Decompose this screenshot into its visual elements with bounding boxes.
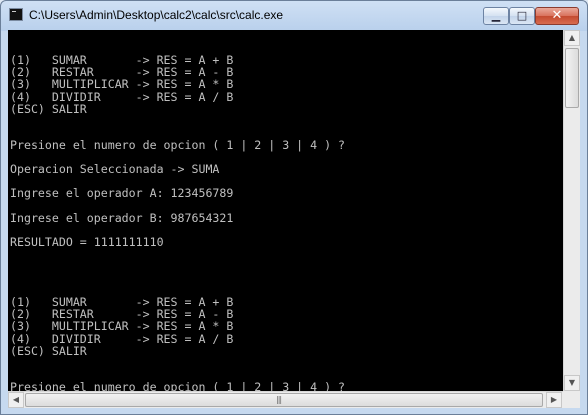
maximize-button[interactable]: □ <box>509 7 535 25</box>
scroll-down-button[interactable]: ▼ <box>564 375 580 391</box>
arrow-up-icon: ▲ <box>568 33 576 42</box>
horizontal-scrollbar[interactable]: ◀ ||| ▶ <box>8 391 563 408</box>
close-button[interactable]: ✕ <box>535 7 579 25</box>
console-line: (3) MULTIPLICAR -> RES = A * B <box>10 319 234 334</box>
console-line: (4) DIVIDIR -> RES = A / B <box>10 89 234 104</box>
console-icon[interactable] <box>9 8 23 21</box>
arrow-down-icon: ▼ <box>568 378 576 387</box>
vertical-scroll-thumb[interactable] <box>565 48 579 108</box>
console-output[interactable]: (1) SUMAR -> RES = A + B (2) RESTAR -> RE… <box>8 30 563 391</box>
console-line: (ESC) SALIR <box>10 343 87 358</box>
window-title: C:\Users\Admin\Desktop\calc2\calc\src\ca… <box>29 8 284 22</box>
console-line: Ingrese el operador B: 987654321 <box>10 210 234 225</box>
grip-icon: ||| <box>276 395 282 404</box>
console-line: Presione el numero de opcion ( 1 | 2 | 3… <box>10 137 346 152</box>
scroll-right-button[interactable]: ▶ <box>546 392 562 408</box>
console-line: (ESC) SALIR <box>10 101 87 116</box>
scroll-left-button[interactable]: ◀ <box>8 392 24 408</box>
horizontal-scroll-thumb[interactable]: ||| <box>25 393 543 407</box>
console-line: Ingrese el operador A: 123456789 <box>10 186 234 201</box>
arrow-right-icon: ▶ <box>550 395 558 404</box>
scrollbar-corner <box>563 391 580 408</box>
console-line: RESULTADO = 1111111110 <box>10 234 164 249</box>
vertical-scrollbar[interactable]: ▲ ▼ <box>563 30 580 391</box>
console-window: C:\Users\Admin\Desktop\calc2\calc\src\ca… <box>0 0 588 415</box>
title-bar[interactable]: C:\Users\Admin\Desktop\calc2\calc\src\ca… <box>1 1 587 29</box>
minimize-icon: ▁ <box>491 9 501 22</box>
close-icon: ✕ <box>551 8 563 23</box>
minimize-button[interactable]: ▁ <box>483 7 509 25</box>
console-line: Operacion Seleccionada -> SUMA <box>10 162 220 177</box>
scroll-up-button[interactable]: ▲ <box>564 30 580 46</box>
maximize-icon: □ <box>516 9 528 22</box>
arrow-left-icon: ◀ <box>12 395 20 404</box>
console-line: (4) DIVIDIR -> RES = A / B <box>10 331 234 346</box>
console-line: Presione el numero de opcion ( 1 | 2 | 3… <box>10 379 346 391</box>
console-client-area: (1) SUMAR -> RES = A + B (2) RESTAR -> RE… <box>8 30 580 408</box>
console-line: (3) MULTIPLICAR -> RES = A * B <box>10 77 234 92</box>
